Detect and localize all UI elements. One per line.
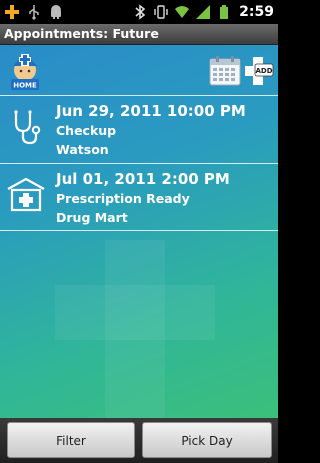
stethoscope-icon bbox=[14, 110, 41, 145]
divider bbox=[0, 230, 278, 231]
home-label: HOME bbox=[13, 82, 37, 90]
appointment-location: Drug Mart bbox=[56, 210, 128, 225]
bluetooth-icon bbox=[135, 4, 146, 20]
filter-button[interactable]: Filter bbox=[7, 422, 135, 458]
pick-day-button[interactable]: Pick Day bbox=[142, 422, 272, 458]
vibrate-icon bbox=[154, 5, 168, 19]
appointment-item[interactable]: Jun 29, 2011 10:00 PM Checkup Watson bbox=[0, 97, 278, 161]
page-title: Appointments: Future bbox=[4, 26, 159, 41]
wifi-icon bbox=[175, 6, 190, 18]
appointment-type: Checkup bbox=[56, 123, 117, 138]
pharmacy-icon bbox=[7, 177, 45, 212]
appointment-date: Jul 01, 2011 2:00 PM bbox=[56, 170, 230, 188]
appointment-type: Prescription Ready bbox=[56, 191, 190, 206]
appointment-item[interactable]: Jul 01, 2011 2:00 PM Prescription Ready … bbox=[0, 165, 278, 229]
title-bar: Appointments: Future bbox=[0, 24, 278, 45]
add-appointment-button[interactable]: ADD bbox=[244, 55, 274, 87]
add-label: ADD bbox=[255, 67, 272, 75]
calendar-button[interactable] bbox=[208, 55, 242, 87]
clock: 2:59 bbox=[239, 4, 274, 20]
appointments-view: HOME ADD Jun 29, 2011 10:00 PM Checkup W… bbox=[0, 45, 278, 418]
divider bbox=[0, 95, 278, 96]
usb-icon bbox=[29, 5, 39, 20]
toolbar: HOME ADD bbox=[0, 45, 278, 95]
add-icon bbox=[5, 5, 19, 19]
signal-icon bbox=[196, 5, 211, 19]
divider bbox=[0, 163, 278, 164]
android-icon bbox=[51, 5, 61, 19]
appointment-date: Jun 29, 2011 10:00 PM bbox=[56, 102, 246, 120]
bottom-bar: Filter Pick Day bbox=[0, 418, 278, 463]
status-bar: 2:59 bbox=[0, 0, 278, 24]
home-button[interactable]: HOME bbox=[8, 48, 42, 92]
appointment-location: Watson bbox=[56, 142, 109, 157]
battery-icon bbox=[220, 5, 229, 19]
